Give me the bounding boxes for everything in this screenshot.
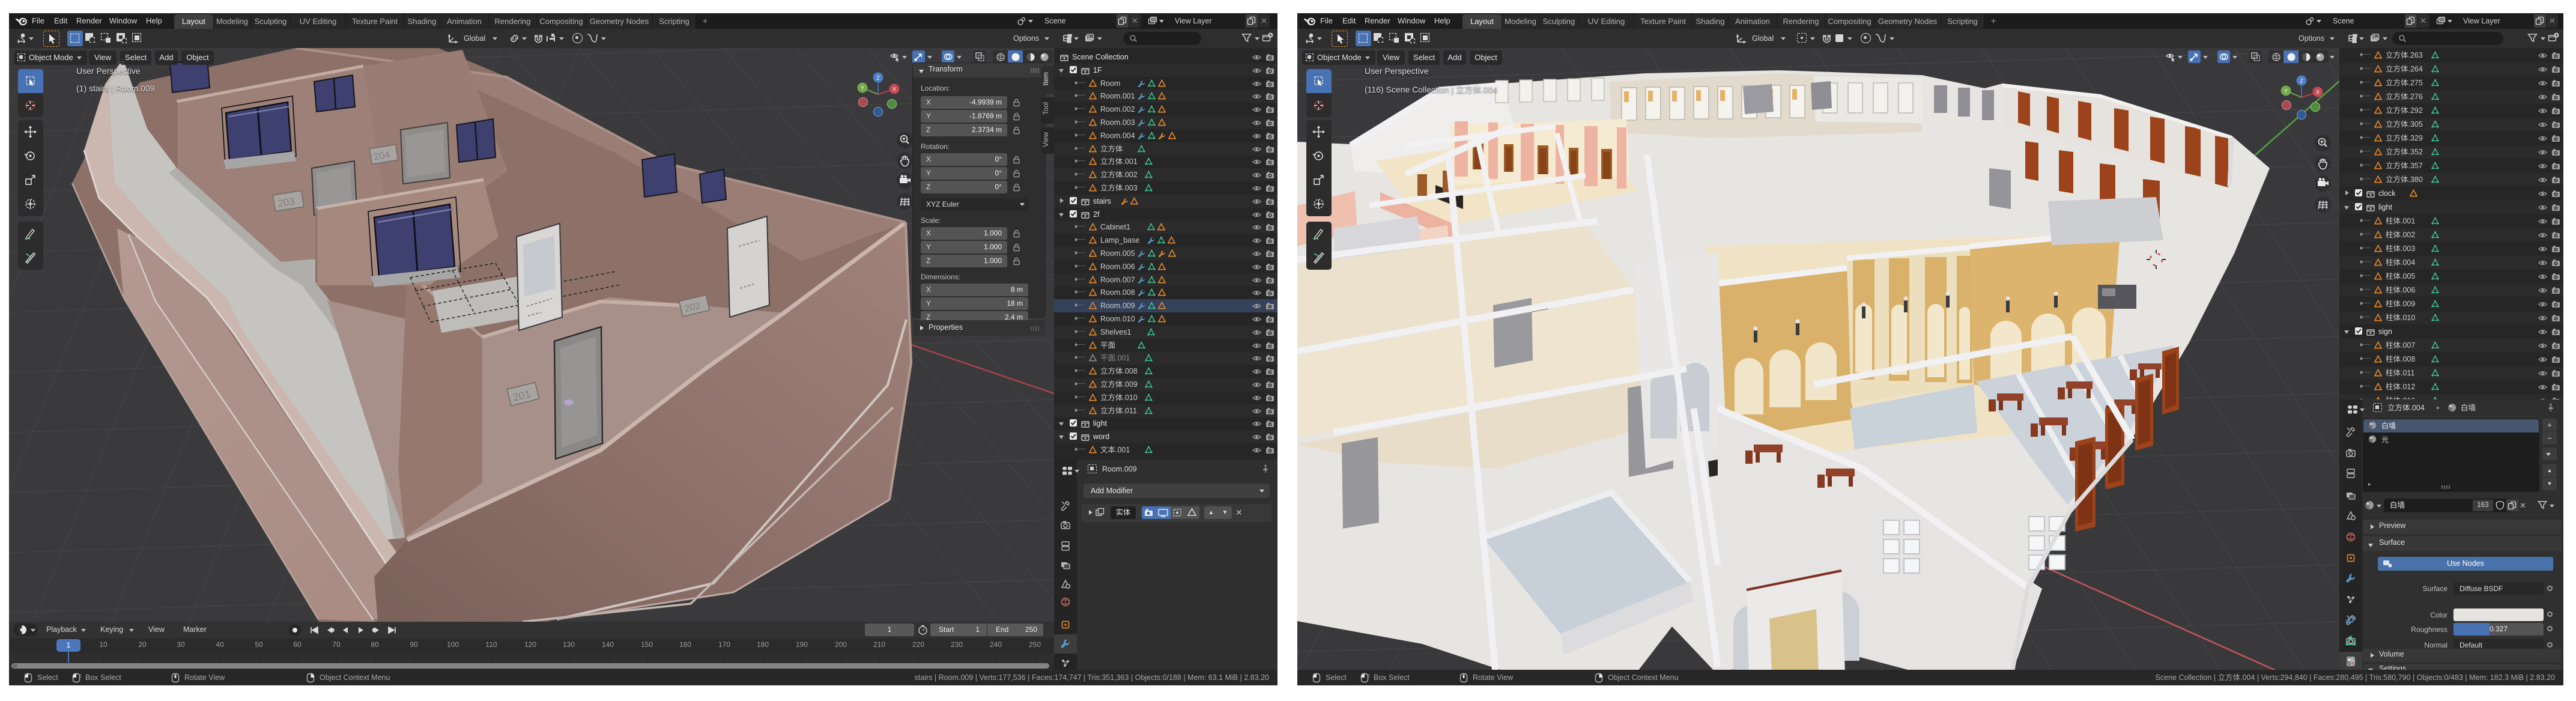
svg-text:Y: Y <box>861 85 864 91</box>
svg-text:Y: Y <box>2284 88 2288 94</box>
svg-text:X: X <box>893 86 896 92</box>
svg-text:X: X <box>2316 89 2320 95</box>
svg-text:Z: Z <box>2300 77 2303 83</box>
svg-text:Z: Z <box>876 74 880 80</box>
